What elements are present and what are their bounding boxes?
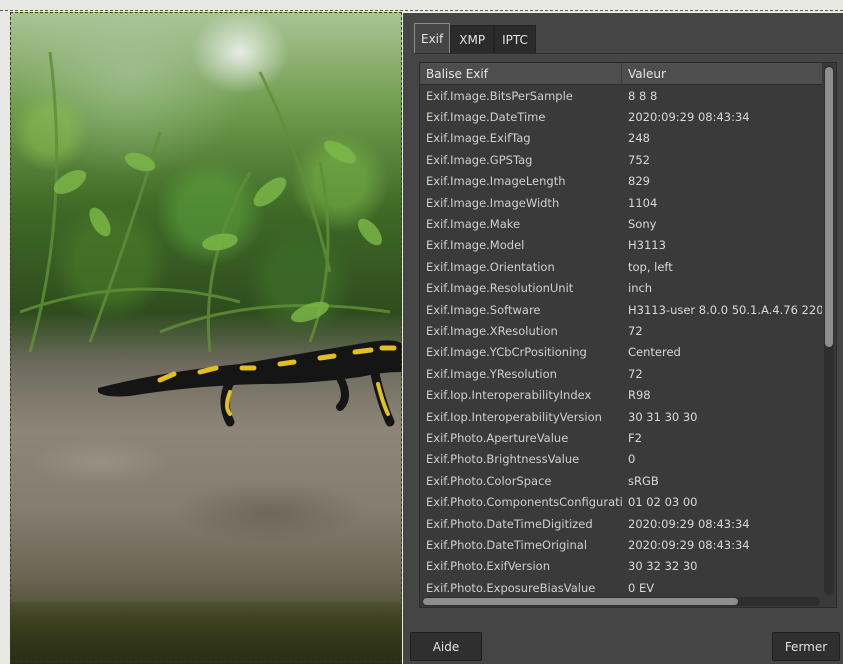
help-button[interactable]: Aide xyxy=(410,632,482,661)
table-row[interactable]: Exif.Photo.DateTimeDigitized 2020:09:29 0… xyxy=(420,513,822,534)
canvas-margin-left xyxy=(0,0,10,664)
exif-tag-cell: Exif.Image.XResolution xyxy=(426,323,558,338)
image-canvas[interactable] xyxy=(10,12,402,664)
horizontal-scroll-thumb[interactable] xyxy=(423,598,738,605)
table-row[interactable]: Exif.Photo.ExifVersion 30 32 32 30 xyxy=(420,556,822,577)
close-button[interactable]: Fermer xyxy=(772,632,840,661)
table-row[interactable]: Exif.Image.YCbCrPositioning Centered xyxy=(420,342,822,363)
table-row[interactable]: Exif.Image.ResolutionUnit inch xyxy=(420,278,822,299)
tab-bar: Exif XMP IPTC xyxy=(414,23,536,53)
column-header-value[interactable]: Valeur xyxy=(622,63,822,85)
table-row[interactable]: Exif.Image.YResolution 72 xyxy=(420,363,822,384)
exif-value-cell: 2020:09:29 08:43:34 xyxy=(628,516,750,531)
salamander xyxy=(98,340,402,427)
exif-value-cell: sRGB xyxy=(628,473,659,488)
exif-tag-cell: Exif.Image.YResolution xyxy=(426,366,557,381)
table-row[interactable]: Exif.Image.Make Sony xyxy=(420,213,822,234)
exif-value-cell: 8 8 8 xyxy=(628,88,658,103)
exif-tag-cell: Exif.Image.DateTime xyxy=(426,110,546,125)
exif-tag-cell: Exif.Photo.DateTimeOriginal xyxy=(426,537,588,552)
table-row[interactable]: Exif.Photo.ComponentsConfiguration 01 02 … xyxy=(420,491,822,512)
tab-panel-divider xyxy=(414,53,843,54)
exif-value-cell: H3113 xyxy=(628,238,666,253)
tab-xmp[interactable]: XMP xyxy=(450,25,495,53)
table-row[interactable]: Exif.Image.BitsPerSample 8 8 8 xyxy=(420,85,822,106)
exif-tag-cell: Exif.Image.Make xyxy=(426,217,521,232)
exif-value-cell: 30 31 30 30 xyxy=(628,409,698,424)
exif-tag-cell: Exif.Photo.ApertureValue xyxy=(426,430,569,445)
exif-value-cell: F2 xyxy=(628,430,642,445)
table-row[interactable]: Exif.Image.Orientation top, left xyxy=(420,256,822,277)
exif-tag-cell: Exif.Image.BitsPerSample xyxy=(426,88,573,103)
exif-tag-cell: Exif.Photo.BrightnessValue xyxy=(426,452,580,467)
tab-exif[interactable]: Exif xyxy=(414,23,451,53)
exif-tag-cell: Exif.Image.ImageLength xyxy=(426,174,566,189)
table-row[interactable]: Exif.Photo.BrightnessValue 0 xyxy=(420,449,822,470)
table-row[interactable]: Exif.Iop.InteroperabilityVersion 30 31 30… xyxy=(420,406,822,427)
exif-value-cell: 1104 xyxy=(628,195,658,210)
exif-tag-cell: Exif.Image.Orientation xyxy=(426,259,555,274)
table-row[interactable]: Exif.Iop.InteroperabilityIndex R98 xyxy=(420,384,822,405)
exif-value-cell: 30 32 32 30 xyxy=(628,559,698,574)
metadata-viewer-dialog: Exif XMP IPTC Balise Exif Valeur Exif.Im… xyxy=(403,13,843,664)
exif-value-cell: 2020:09:29 08:43:34 xyxy=(628,110,750,125)
exif-tag-cell: Exif.Photo.ComponentsConfiguration xyxy=(426,495,622,510)
vertical-scrollbar[interactable] xyxy=(824,65,834,595)
exif-value-cell: 0 xyxy=(628,452,636,467)
exif-value-cell: 2020:09:29 08:43:34 xyxy=(628,537,750,552)
exif-value-cell: Centered xyxy=(628,345,681,360)
exif-tag-cell: Exif.Photo.ExifVersion xyxy=(426,559,550,574)
exif-value-cell: H3113-user 8.0.0 50.1.A.4.76 220947 xyxy=(628,302,822,317)
exif-value-cell: inch xyxy=(628,281,653,296)
table-header: Balise Exif Valeur xyxy=(420,63,822,85)
exif-tag-cell: Exif.Image.ResolutionUnit xyxy=(426,281,574,296)
exif-tag-cell: Exif.Photo.ColorSpace xyxy=(426,473,552,488)
table-row[interactable]: Exif.Photo.DateTimeOriginal 2020:09:29 08… xyxy=(420,534,822,555)
table-row[interactable]: Exif.Image.ImageWidth 1104 xyxy=(420,192,822,213)
exif-value-cell: 72 xyxy=(628,323,643,338)
table-row[interactable]: Exif.Image.DateTime 2020:09:29 08:43:34 xyxy=(420,106,822,127)
table-row[interactable]: Exif.Photo.ExposureBiasValue 0 EV xyxy=(420,577,822,597)
exif-value-cell: R98 xyxy=(628,388,651,403)
canvas-boundary xyxy=(0,10,843,11)
exif-tag-cell: Exif.Image.Software xyxy=(426,302,541,317)
exif-value-cell: 72 xyxy=(628,366,643,381)
exif-tag-cell: Exif.Iop.InteroperabilityVersion xyxy=(426,409,602,424)
exif-value-cell: 829 xyxy=(628,174,650,189)
tab-iptc[interactable]: IPTC xyxy=(494,25,536,53)
exif-tag-cell: Exif.Image.ExifTag xyxy=(426,131,531,146)
table-row[interactable]: Exif.Image.ExifTag 248 xyxy=(420,128,822,149)
table-row[interactable]: Exif.Image.XResolution 72 xyxy=(420,320,822,341)
table-row[interactable]: Exif.Image.ImageLength 829 xyxy=(420,171,822,192)
exif-value-cell: Sony xyxy=(628,217,657,232)
exif-value-cell: 248 xyxy=(628,131,650,146)
horizontal-scrollbar[interactable] xyxy=(422,597,820,606)
table-row[interactable]: Exif.Photo.ApertureValue F2 xyxy=(420,427,822,448)
table-row[interactable]: Exif.Photo.ColorSpace sRGB xyxy=(420,470,822,491)
exif-value-cell: 752 xyxy=(628,152,650,167)
exif-tag-cell: Exif.Image.YCbCrPositioning xyxy=(426,345,587,360)
photo-details xyxy=(19,51,402,427)
table-row[interactable]: Exif.Image.GPSTag 752 xyxy=(420,149,822,170)
table-row[interactable]: Exif.Image.Software H3113-user 8.0.0 50.1… xyxy=(420,299,822,320)
exif-tag-cell: Exif.Image.ImageWidth xyxy=(426,195,560,210)
table-body: Exif.Image.BitsPerSample 8 8 8 Exif.Image.… xyxy=(420,85,822,597)
exif-table[interactable]: Balise Exif Valeur Exif.Image.BitsPerSam… xyxy=(419,62,837,608)
exif-tag-cell: Exif.Photo.ExposureBiasValue xyxy=(426,580,596,595)
exif-value-cell: top, left xyxy=(628,259,673,274)
exif-value-cell: 01 02 03 00 xyxy=(628,495,698,510)
exif-tag-cell: Exif.Image.Model xyxy=(426,238,525,253)
exif-tag-cell: Exif.Image.GPSTag xyxy=(426,152,533,167)
exif-tag-cell: Exif.Iop.InteroperabilityIndex xyxy=(426,388,592,403)
exif-tag-cell: Exif.Photo.DateTimeDigitized xyxy=(426,516,593,531)
exif-value-cell: 0 EV xyxy=(628,580,655,595)
column-header-tag[interactable]: Balise Exif xyxy=(420,63,622,85)
table-row[interactable]: Exif.Image.Model H3113 xyxy=(420,235,822,256)
vertical-scroll-thumb[interactable] xyxy=(825,67,833,347)
